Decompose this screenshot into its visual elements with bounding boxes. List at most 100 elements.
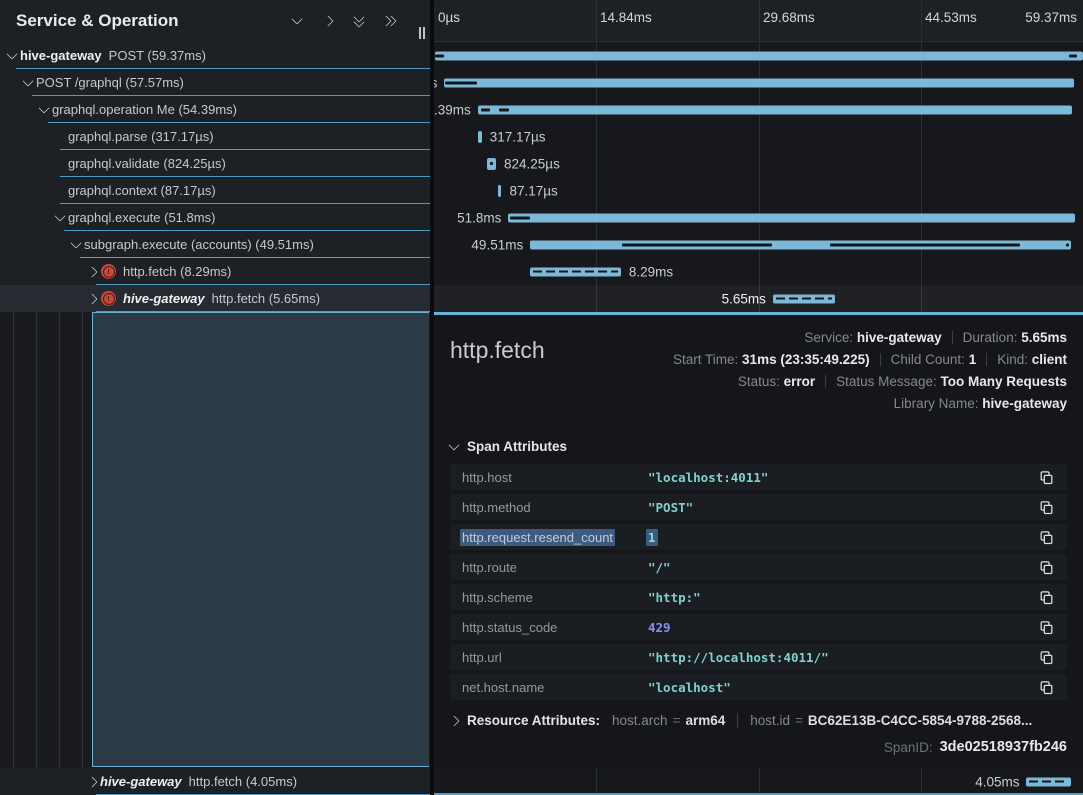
timeline-row[interactable]: 54.39ms	[434, 96, 1083, 123]
chevron-down-icon[interactable]	[52, 216, 68, 220]
expand-one-icon[interactable]	[320, 13, 336, 29]
collapse-one-icon[interactable]	[289, 13, 305, 29]
duration-label: 54.39ms	[434, 102, 471, 117]
duration-label: 5.65ms	[722, 291, 766, 306]
span-tree-row[interactable]: graphql.parse (317.17µs)	[0, 123, 430, 150]
attribute-row[interactable]: net.host.name"localhost"	[450, 674, 1067, 700]
copy-icon[interactable]	[1037, 498, 1055, 516]
meta-label: Duration:	[963, 330, 1022, 345]
chevron-right-icon[interactable]	[84, 268, 100, 276]
copy-icon[interactable]	[1037, 618, 1055, 636]
span-tree-row[interactable]: subgraph.execute (accounts) (49.51ms)	[0, 231, 430, 258]
attribute-row[interactable]: http.url"http://localhost:4011/"	[450, 644, 1067, 670]
chevron-right-icon[interactable]	[84, 295, 100, 303]
panel-title: Service & Operation	[16, 11, 179, 31]
meta-label: Start Time:	[673, 352, 742, 367]
timeline-row[interactable]: 5.65ms	[434, 285, 1083, 312]
timeline-row[interactable]: 824.25µs	[434, 150, 1083, 177]
link-icon[interactable]	[862, 740, 877, 755]
child-span-marker	[499, 108, 509, 111]
copy-icon[interactable]	[1037, 468, 1055, 486]
meta-label: Library Name:	[894, 396, 983, 411]
chevron-down-icon[interactable]	[4, 54, 20, 58]
timeline-bar[interactable]	[1026, 777, 1070, 786]
timeline-bar[interactable]	[444, 78, 1073, 87]
timeline-row[interactable]: 57.57ms	[434, 69, 1083, 96]
span-id-value: 3de02518937fb246	[940, 739, 1067, 755]
ruler-tick-label: 59.37ms	[1025, 10, 1077, 25]
span-detail-panel: http.fetch Service: hive-gatewayDuration…	[434, 312, 1083, 768]
meta-separator	[986, 353, 987, 366]
timeline-bar[interactable]	[508, 213, 1074, 222]
copy-icon[interactable]	[1037, 648, 1055, 666]
ruler-tick-label: 29.68ms	[763, 10, 815, 25]
span-tree-row[interactable]: graphql.validate (824.25µs)	[0, 150, 430, 177]
timeline-row[interactable]: 8.29ms	[434, 258, 1083, 285]
expand-all-icon[interactable]	[382, 13, 398, 29]
timeline-row[interactable]: 51.8ms	[434, 204, 1083, 231]
timeline-row[interactable]: 49.51ms	[434, 231, 1083, 258]
tree-expanded-area	[0, 312, 430, 768]
span-label: POST (59.37ms)	[109, 48, 206, 63]
timeline-row[interactable]: 317.17µs	[434, 123, 1083, 150]
chevron-down-icon[interactable]	[68, 243, 84, 247]
timeline-bottom-row: 4.05ms	[434, 768, 1083, 795]
attribute-row[interactable]: http.method"POST"	[450, 494, 1067, 520]
duration-label: 49.51ms	[471, 237, 523, 252]
tree-header-actions	[289, 13, 398, 29]
attribute-value: 1	[648, 530, 1037, 545]
attribute-key: http.route	[462, 560, 648, 575]
span-attributes-toggle[interactable]: Span Attributes	[450, 439, 1067, 454]
span-label: graphql.parse (317.17µs)	[68, 129, 214, 144]
span-tree-row[interactable]: graphql.execute (51.8ms)	[0, 204, 430, 231]
meta-line: Status: errorStatus Message: Too Many Re…	[673, 371, 1067, 393]
copy-icon[interactable]	[1037, 528, 1055, 546]
copy-icon[interactable]	[1037, 588, 1055, 606]
attribute-value: "localhost:4011"	[648, 470, 1037, 485]
timeline-bar[interactable]	[773, 294, 835, 303]
chevron-down-icon[interactable]	[20, 81, 36, 85]
span-tree-row[interactable]: graphql.context (87.17µs)	[0, 177, 430, 204]
gridline	[921, 0, 922, 41]
chevron-right-icon	[448, 715, 459, 726]
attribute-row[interactable]: http.request.resend_count1	[450, 524, 1067, 550]
service-name: hive-gateway	[123, 291, 205, 306]
span-tree-row[interactable]: !http.fetch (8.29ms)	[0, 258, 430, 285]
chevron-down-icon[interactable]	[36, 108, 52, 112]
child-span-marker	[445, 81, 477, 84]
timeline-bar[interactable]	[530, 267, 621, 276]
span-tree-row[interactable]: POST /graphql (57.57ms)	[0, 69, 430, 96]
span-tree-row[interactable]: graphql.operation Me (54.39ms)	[0, 96, 430, 123]
copy-icon[interactable]	[1037, 558, 1055, 576]
collapse-all-icon[interactable]	[351, 13, 367, 29]
timeline-row[interactable]: 87.17µs	[434, 177, 1083, 204]
span-tree-row[interactable]: !hive-gatewayhttp.fetch (5.65ms)	[0, 285, 430, 312]
attribute-key: net.host.name	[462, 680, 648, 695]
chevron-right-icon[interactable]	[84, 778, 100, 786]
duration-label: 57.57ms	[434, 75, 437, 90]
gridline	[759, 0, 760, 41]
resource-attributes-toggle[interactable]: Resource Attributes: host.arch=arm64host…	[450, 713, 1067, 728]
attribute-row[interactable]: http.host"localhost:4011"	[450, 464, 1067, 490]
attribute-value: "localhost"	[648, 680, 1037, 695]
indent-guide	[36, 312, 37, 768]
timeline-bar[interactable]	[478, 131, 481, 143]
panel-resize-handle[interactable]	[419, 27, 429, 39]
span-tree-row[interactable]: hive-gatewayPOST (59.37ms)	[0, 42, 430, 69]
attribute-row[interactable]: http.route"/"	[450, 554, 1067, 580]
timeline-bar[interactable]	[435, 51, 1083, 60]
meta-value: hive-gateway	[857, 330, 942, 345]
timeline-bar[interactable]	[487, 158, 496, 170]
timeline-row[interactable]	[434, 42, 1083, 69]
timeline-bar[interactable]	[478, 105, 1073, 114]
duration-label: 824.25µs	[504, 156, 560, 171]
copy-icon[interactable]	[1037, 678, 1055, 696]
resource-attributes-preview: host.arch=arm64host.id=BC62E13B-C4CC-585…	[612, 713, 1032, 728]
attribute-row[interactable]: http.status_code429	[450, 614, 1067, 640]
attribute-row[interactable]: http.scheme"http:"	[450, 584, 1067, 610]
timeline-row[interactable]: 4.05ms	[434, 768, 1083, 795]
timeline-bar[interactable]	[498, 185, 501, 197]
timeline-bar[interactable]	[530, 240, 1071, 249]
meta-label: Status:	[738, 374, 784, 389]
span-tree-row[interactable]: hive-gatewayhttp.fetch (4.05ms)	[0, 768, 430, 795]
